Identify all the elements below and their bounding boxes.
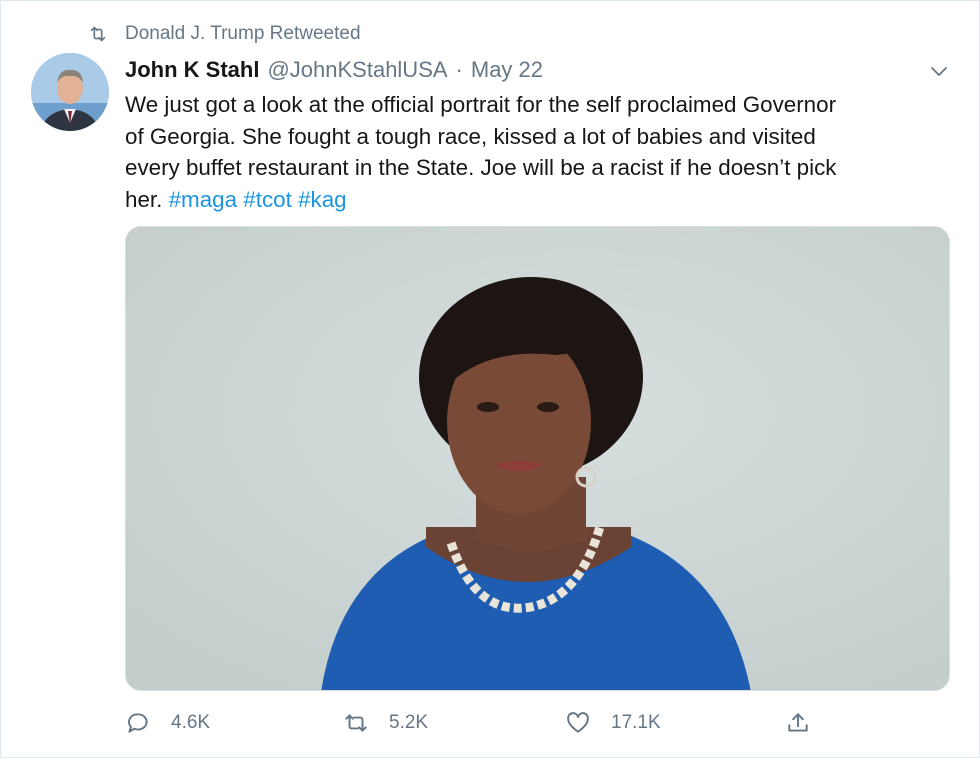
retweet-count: 5.2K <box>389 712 429 733</box>
like-button[interactable]: 17.1K <box>565 706 661 740</box>
retweet-banner-text[interactable]: Donald J. Trump Retweeted <box>125 23 361 45</box>
handle[interactable]: @JohnKStahlUSA <box>267 57 447 83</box>
like-count: 17.1K <box>611 712 661 733</box>
tweet-header: John K Stahl @JohnKStahlUSA · May 22 <box>125 55 543 85</box>
retweet-button[interactable]: 5.2K <box>343 706 428 740</box>
hashtag-tcot[interactable]: #tcot <box>243 187 292 212</box>
hashtag-kag[interactable]: #kag <box>298 187 347 212</box>
tweet-text-line: every buffet restaurant in the State. Jo… <box>125 155 837 180</box>
reply-button[interactable]: 4.6K <box>125 706 210 740</box>
tweet-text-line: of Georgia. She fought a tough race, kis… <box>125 123 816 149</box>
heart-icon <box>567 712 589 733</box>
display-name[interactable]: John K Stahl <box>125 57 259 83</box>
separator-dot: · <box>455 57 463 82</box>
hashtag-maga[interactable]: #maga <box>169 187 237 212</box>
reply-count: 4.6K <box>171 712 211 733</box>
tweet-actions: 4.6K 5.2K 17.1K <box>125 706 950 740</box>
retweet-icon <box>90 26 106 42</box>
share-button[interactable] <box>785 706 831 740</box>
retweet-icon <box>345 714 367 732</box>
share-icon <box>788 713 808 732</box>
tweet-card[interactable]: Donald J. Trump Retweeted John K Stahl @… <box>0 0 980 758</box>
avatar[interactable] <box>31 53 109 131</box>
tweet-media-image[interactable] <box>125 226 950 691</box>
tweet-text-line: her. #maga #tcot #kag <box>125 184 945 216</box>
tweet-text: We just got a look at the official portr… <box>125 89 945 215</box>
reply-icon <box>127 713 148 733</box>
chevron-down-icon[interactable] <box>927 59 951 83</box>
portrait-photo <box>126 227 949 690</box>
tweet-text-tail: her. <box>125 186 163 212</box>
tweet-text-line: We just got a look at the official portr… <box>125 92 837 117</box>
tweet-date[interactable]: May 22 <box>471 57 543 83</box>
retweet-banner: Donald J. Trump Retweeted <box>87 21 361 47</box>
